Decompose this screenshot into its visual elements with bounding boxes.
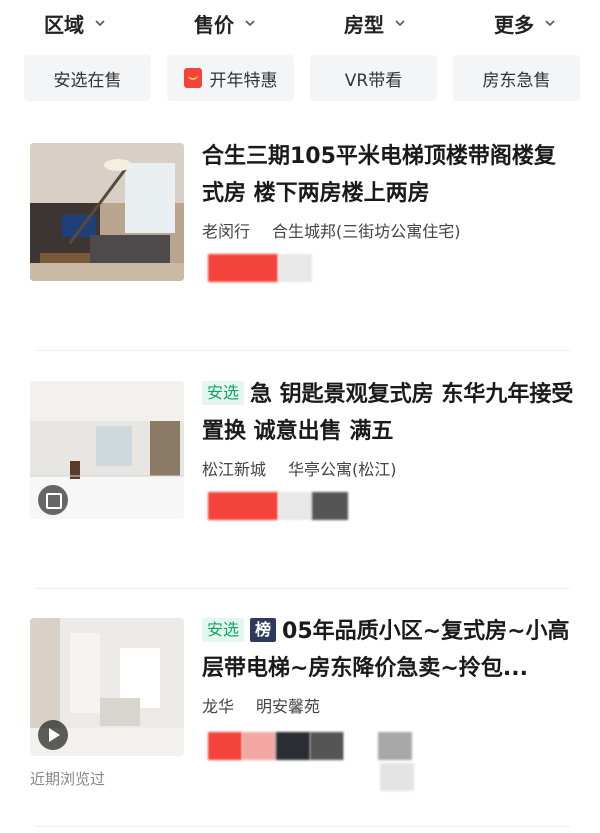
divider <box>36 350 570 351</box>
tag-label: 房东急售 <box>482 70 551 91</box>
tag-label: 安选在售 <box>53 70 122 91</box>
filter-layout-label: 房型 <box>344 12 384 37</box>
listing-price-redacted <box>208 492 348 520</box>
redacted-price-block <box>312 492 348 520</box>
badge-anxuan: 安选 <box>202 381 245 405</box>
listing-card[interactable]: 安选急 钥匙景观复式房 东华九年接受置换 诚意出售 满五 松江新城 华亭公寓(松… <box>30 378 573 523</box>
divider <box>36 588 570 589</box>
redacted-price-block <box>344 732 378 760</box>
listing-title-text: 合生三期105平米电梯顶楼带阁楼复式房 楼下两房楼上两房 <box>202 144 556 206</box>
listing-thumbnail <box>30 618 184 756</box>
redacted-price-block <box>278 492 312 520</box>
listing-community: 明安馨苑 <box>256 697 321 716</box>
tag-vr-tour[interactable]: VR带看 <box>310 55 437 101</box>
listing-community: 华亭公寓(松江) <box>288 460 397 479</box>
listing-title: 安选急 钥匙景观复式房 东华九年接受置换 诚意出售 满五 <box>202 376 574 450</box>
filter-price-label: 售价 <box>194 12 234 37</box>
redacted-price-block <box>378 732 412 760</box>
redacted-price-block <box>380 763 414 791</box>
listing-district: 龙华 <box>202 697 235 716</box>
vr-icon <box>38 485 68 515</box>
red-packet-icon <box>183 68 202 88</box>
redacted-price-block <box>278 254 312 282</box>
listing-price-redacted <box>208 254 312 282</box>
listing-thumbnail <box>30 381 184 519</box>
listing-district: 老闵行 <box>202 222 251 241</box>
filter-bar: 区域 售价 房型 更多 <box>0 0 600 46</box>
listing-card[interactable]: 安选榜 05年品质小区~复式房~小高层带电梯~房东降价急卖~拎包... 龙华 明安… <box>30 615 570 791</box>
listing-meta: 老闵行 合生城邦(三街坊公寓住宅) <box>202 218 461 242</box>
badge-rank: 榜 <box>250 618 277 642</box>
tag-anxuan-on-sale[interactable]: 安选在售 <box>24 55 151 101</box>
listing-district: 松江新城 <box>202 460 267 479</box>
redacted-price-block <box>208 492 278 520</box>
redacted-price-block <box>242 732 276 760</box>
badge-anxuan: 安选 <box>202 618 245 642</box>
filter-region-label: 区域 <box>44 12 84 37</box>
listing-title: 合生三期105平米电梯顶楼带阁楼复式房 楼下两房楼上两房 <box>202 138 574 212</box>
redacted-price-block <box>208 254 278 282</box>
redacted-price-block <box>276 732 310 760</box>
play-icon[interactable] <box>38 720 68 750</box>
tag-label: VR带看 <box>344 70 403 91</box>
listing-card[interactable]: 合生三期105平米电梯顶楼带阁楼复式房 楼下两房楼上两房 老闵行 合生城邦(三街… <box>30 140 570 285</box>
listing-meta: 龙华 明安馨苑 <box>202 693 320 717</box>
filter-more[interactable]: 更多 <box>450 0 600 46</box>
listing-thumbnail <box>30 143 184 281</box>
listing-title: 安选榜 05年品质小区~复式房~小高层带电梯~房东降价急卖~拎包... <box>202 613 574 687</box>
chevron-down-icon <box>95 20 105 27</box>
chevron-down-icon <box>395 20 405 27</box>
chevron-down-icon <box>545 20 555 27</box>
filter-price[interactable]: 售价 <box>150 0 300 46</box>
tag-urgent-sale[interactable]: 房东急售 <box>453 55 580 101</box>
redacted-price-block <box>310 732 344 760</box>
filter-more-label: 更多 <box>494 12 534 37</box>
listing-community: 合生城邦(三街坊公寓住宅) <box>272 222 461 241</box>
chevron-down-icon <box>245 20 255 27</box>
filter-region[interactable]: 区域 <box>0 0 150 46</box>
listing-meta: 松江新城 华亭公寓(松江) <box>202 456 397 480</box>
divider <box>36 826 570 827</box>
quick-tags: 安选在售 开年特惠 VR带看 房东急售 <box>24 55 580 101</box>
redacted-price-block <box>208 732 242 760</box>
recently-viewed-label: 近期浏览过 <box>30 770 106 788</box>
tag-label: 开年特惠 <box>209 70 278 91</box>
listing-price-redacted <box>208 732 412 760</box>
listing-title-text: 急 钥匙景观复式房 东华九年接受置换 诚意出售 满五 <box>202 382 574 444</box>
filter-layout[interactable]: 房型 <box>300 0 450 46</box>
tag-new-year-sale[interactable]: 开年特惠 <box>167 55 294 101</box>
